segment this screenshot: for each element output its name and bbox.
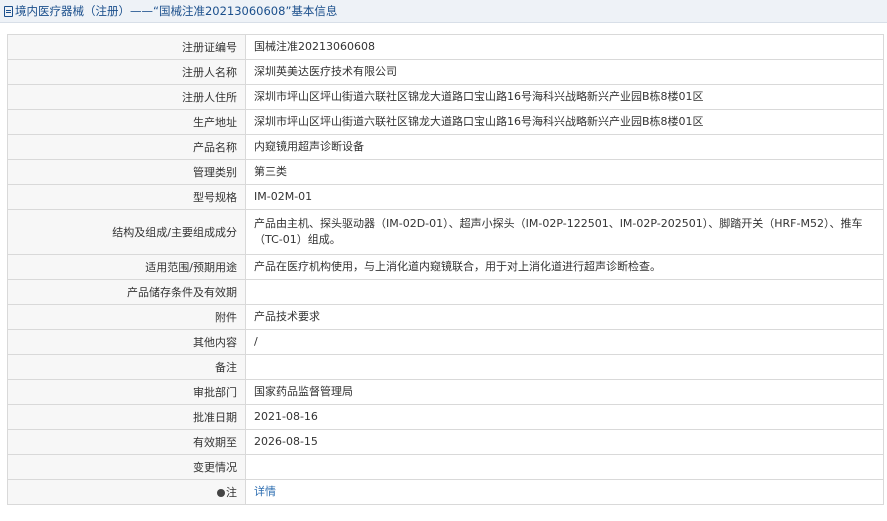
table-row: 结构及组成/主要组成成分 产品由主机、探头驱动器（IM-02D-01）、超声小探头… (7, 209, 884, 255)
table-row: 适用范围/预期用途 产品在医疗机构使用，与上消化道内窥镜联合，用于对上消化道进行超… (7, 254, 884, 280)
row-label: 备注 (7, 354, 246, 380)
note-label: 注 (226, 486, 237, 499)
row-value (245, 279, 884, 305)
row-label: 变更情况 (7, 454, 246, 480)
table-row: 注册证编号 国械注准20213060608 (7, 34, 884, 60)
row-value: 2026-08-15 (245, 429, 884, 455)
info-table: 注册证编号 国械注准20213060608 注册人名称 深圳英美达医疗技术有限公司 … (7, 34, 884, 505)
row-label: 其他内容 (7, 329, 246, 355)
row-label: 适用范围/预期用途 (7, 254, 246, 280)
table-row: 备注 (7, 354, 884, 380)
row-value: / (245, 329, 884, 355)
row-label: 注册人名称 (7, 59, 246, 85)
note-value-cell: 详情 (245, 479, 884, 505)
row-value (245, 354, 884, 380)
note-label-cell: 注 (7, 479, 246, 505)
table-row: 生产地址 深圳市坪山区坪山街道六联社区锦龙大道路口宝山路16号海科兴战略新兴产业园… (7, 109, 884, 135)
row-label: 批准日期 (7, 404, 246, 430)
table-row: 注册人名称 深圳英美达医疗技术有限公司 (7, 59, 884, 85)
note-row: 注 详情 (7, 479, 884, 505)
row-value: 深圳市坪山区坪山街道六联社区锦龙大道路口宝山路16号海科兴战略新兴产业园B栋8楼… (245, 84, 884, 110)
table-row: 管理类别 第三类 (7, 159, 884, 185)
table-row: 其他内容 / (7, 329, 884, 355)
document-icon (4, 6, 13, 17)
row-value: 深圳市坪山区坪山街道六联社区锦龙大道路口宝山路16号海科兴战略新兴产业园B栋8楼… (245, 109, 884, 135)
table-row: 变更情况 (7, 454, 884, 480)
table-row: 有效期至 2026-08-15 (7, 429, 884, 455)
row-label: 生产地址 (7, 109, 246, 135)
row-value: 产品技术要求 (245, 304, 884, 330)
row-label: 附件 (7, 304, 246, 330)
table-row: 产品储存条件及有效期 (7, 279, 884, 305)
table-row: 附件 产品技术要求 (7, 304, 884, 330)
row-value: 产品由主机、探头驱动器（IM-02D-01）、超声小探头（IM-02P-1225… (245, 209, 884, 255)
row-label: 型号规格 (7, 184, 246, 210)
row-label: 产品储存条件及有效期 (7, 279, 246, 305)
page-header: 境内医疗器械（注册）——“国械注准20213060608”基本信息 (0, 0, 887, 23)
page-title: 境内医疗器械（注册）——“国械注准20213060608”基本信息 (15, 4, 338, 18)
row-label: 注册证编号 (7, 34, 246, 60)
row-value: 2021-08-16 (245, 404, 884, 430)
table-row: 批准日期 2021-08-16 (7, 404, 884, 430)
table-row: 型号规格 IM-02M-01 (7, 184, 884, 210)
row-value: IM-02M-01 (245, 184, 884, 210)
row-value (245, 454, 884, 480)
row-value: 第三类 (245, 159, 884, 185)
row-value: 内窥镜用超声诊断设备 (245, 134, 884, 160)
row-label: 管理类别 (7, 159, 246, 185)
row-label: 注册人住所 (7, 84, 246, 110)
row-label: 产品名称 (7, 134, 246, 160)
row-label: 审批部门 (7, 379, 246, 405)
table-row: 注册人住所 深圳市坪山区坪山街道六联社区锦龙大道路口宝山路16号海科兴战略新兴产业… (7, 84, 884, 110)
table-row: 审批部门 国家药品监督管理局 (7, 379, 884, 405)
table-row: 产品名称 内窥镜用超声诊断设备 (7, 134, 884, 160)
row-label: 结构及组成/主要组成成分 (7, 209, 246, 255)
row-value: 国械注准20213060608 (245, 34, 884, 60)
row-value: 深圳英美达医疗技术有限公司 (245, 59, 884, 85)
row-label: 有效期至 (7, 429, 246, 455)
detail-link[interactable]: 详情 (254, 485, 276, 498)
note-dot-icon (217, 489, 225, 497)
row-value: 产品在医疗机构使用，与上消化道内窥镜联合，用于对上消化道进行超声诊断检查。 (245, 254, 884, 280)
row-value: 国家药品监督管理局 (245, 379, 884, 405)
